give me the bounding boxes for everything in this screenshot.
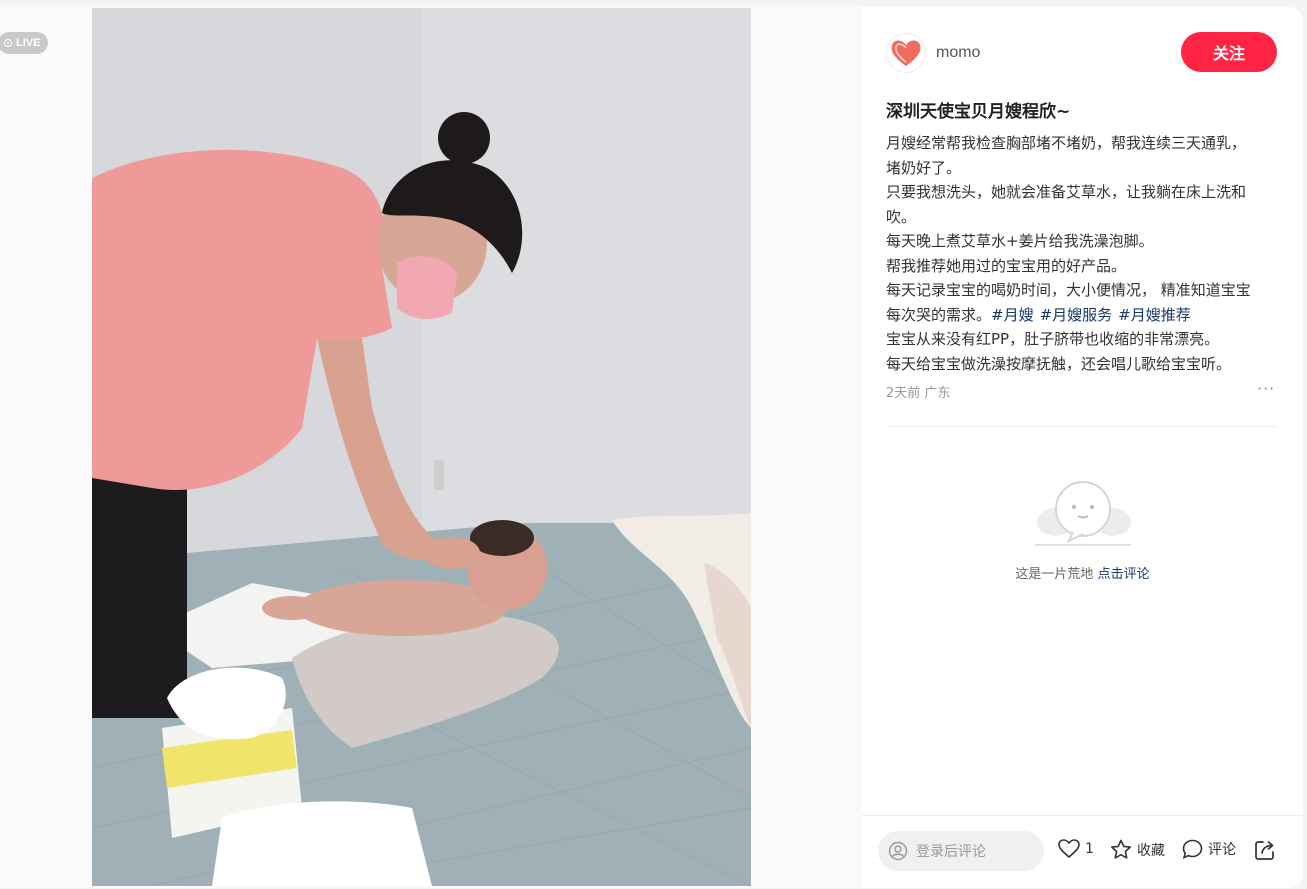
user-icon: [888, 841, 908, 861]
note-title: 深圳天使宝贝月嫂程欣~: [886, 102, 1071, 122]
desc-line: 每天记录宝宝的喝奶时间，大小便情况， 精准知道宝宝: [886, 281, 1251, 299]
post-photo[interactable]: [92, 8, 751, 886]
heart-icon: [1058, 839, 1080, 859]
post-location: 广东: [924, 386, 951, 401]
comment-input[interactable]: 登录后评论: [878, 831, 1044, 871]
desc-line: 每天晚上煮艾草水+姜片给我洗澡泡脚。: [886, 232, 1154, 250]
like-count: 1: [1085, 841, 1094, 857]
desc-line: 帮我推荐她用过的宝宝用的好产品。: [886, 256, 1127, 275]
comment-label: 评论: [1208, 842, 1236, 858]
follow-button[interactable]: 关注: [1181, 32, 1277, 72]
empty-text: 这是一片荒地: [1015, 567, 1094, 582]
avatar[interactable]: [886, 33, 926, 73]
author-info[interactable]: momo: [886, 33, 980, 73]
desc-line: 每次哭的需求。: [886, 305, 992, 324]
desc-line: 月嫂经常帮我检查胸部堵不堵奶，帮我连续三天通乳，: [886, 134, 1247, 152]
bottom-engagement-bar: 登录后评论 1 收藏 评论: [862, 815, 1303, 889]
collect-label: 收藏: [1137, 842, 1165, 859]
live-label: LIVE: [16, 37, 41, 49]
desc-line-with-tags: 每次哭的需求。#月嫂 #月嫂服务 #月嫂推荐: [886, 303, 1282, 328]
comment-link[interactable]: 点击评论: [1098, 567, 1150, 582]
desc-line: 堵奶好了。: [886, 158, 962, 177]
share-icon: [1255, 841, 1274, 860]
note-meta: 2天前 广东: [886, 382, 950, 401]
live-icon: [4, 39, 12, 47]
comment-placeholder: 登录后评论: [916, 844, 986, 860]
collect-button[interactable]: 收藏: [1110, 839, 1165, 860]
post-date: 2天前: [886, 386, 921, 401]
share-button[interactable]: [1254, 839, 1281, 861]
empty-chat-icon: [1034, 481, 1131, 546]
note-panel: momo 关注 深圳天使宝贝月嫂程欣~ 月嫂经常帮我检查胸部堵不堵奶，帮我连续三…: [862, 7, 1303, 888]
divider: [886, 426, 1277, 427]
desc-line: 吹。: [886, 207, 917, 226]
desc-line: 每天给宝宝做洗澡按摩抚触，还会唱儿歌给宝宝听。: [886, 354, 1232, 373]
desc-line: 宝宝从来没有红PP，肚子脐带也收缩的非常漂亮。: [886, 330, 1220, 348]
hashtag-link[interactable]: #月嫂服务: [1040, 306, 1113, 324]
hashtag-link[interactable]: #月嫂推荐: [1118, 306, 1191, 324]
comment-button[interactable]: 评论: [1182, 839, 1236, 859]
live-badge[interactable]: LIVE: [0, 32, 49, 54]
author-name[interactable]: momo: [936, 44, 980, 62]
comment-icon: [1182, 839, 1203, 859]
comments-empty-state: 这是一片荒地 点击评论: [862, 477, 1303, 582]
desc-line: 只要我想洗头，她就会准备艾草水，让我躺在床上洗和: [886, 183, 1247, 201]
note-description: 月嫂经常帮我检查胸部堵不堵奶，帮我连续三天通乳， 堵奶好了。 只要我想洗头，她就…: [886, 131, 1282, 376]
more-icon[interactable]: ···: [1257, 379, 1275, 398]
heart-avatar-icon: [891, 40, 921, 66]
hashtag-link[interactable]: #月嫂: [991, 306, 1034, 324]
star-icon: [1111, 839, 1131, 859]
photo-illustration: [92, 8, 751, 886]
like-button[interactable]: 1: [1058, 839, 1094, 859]
